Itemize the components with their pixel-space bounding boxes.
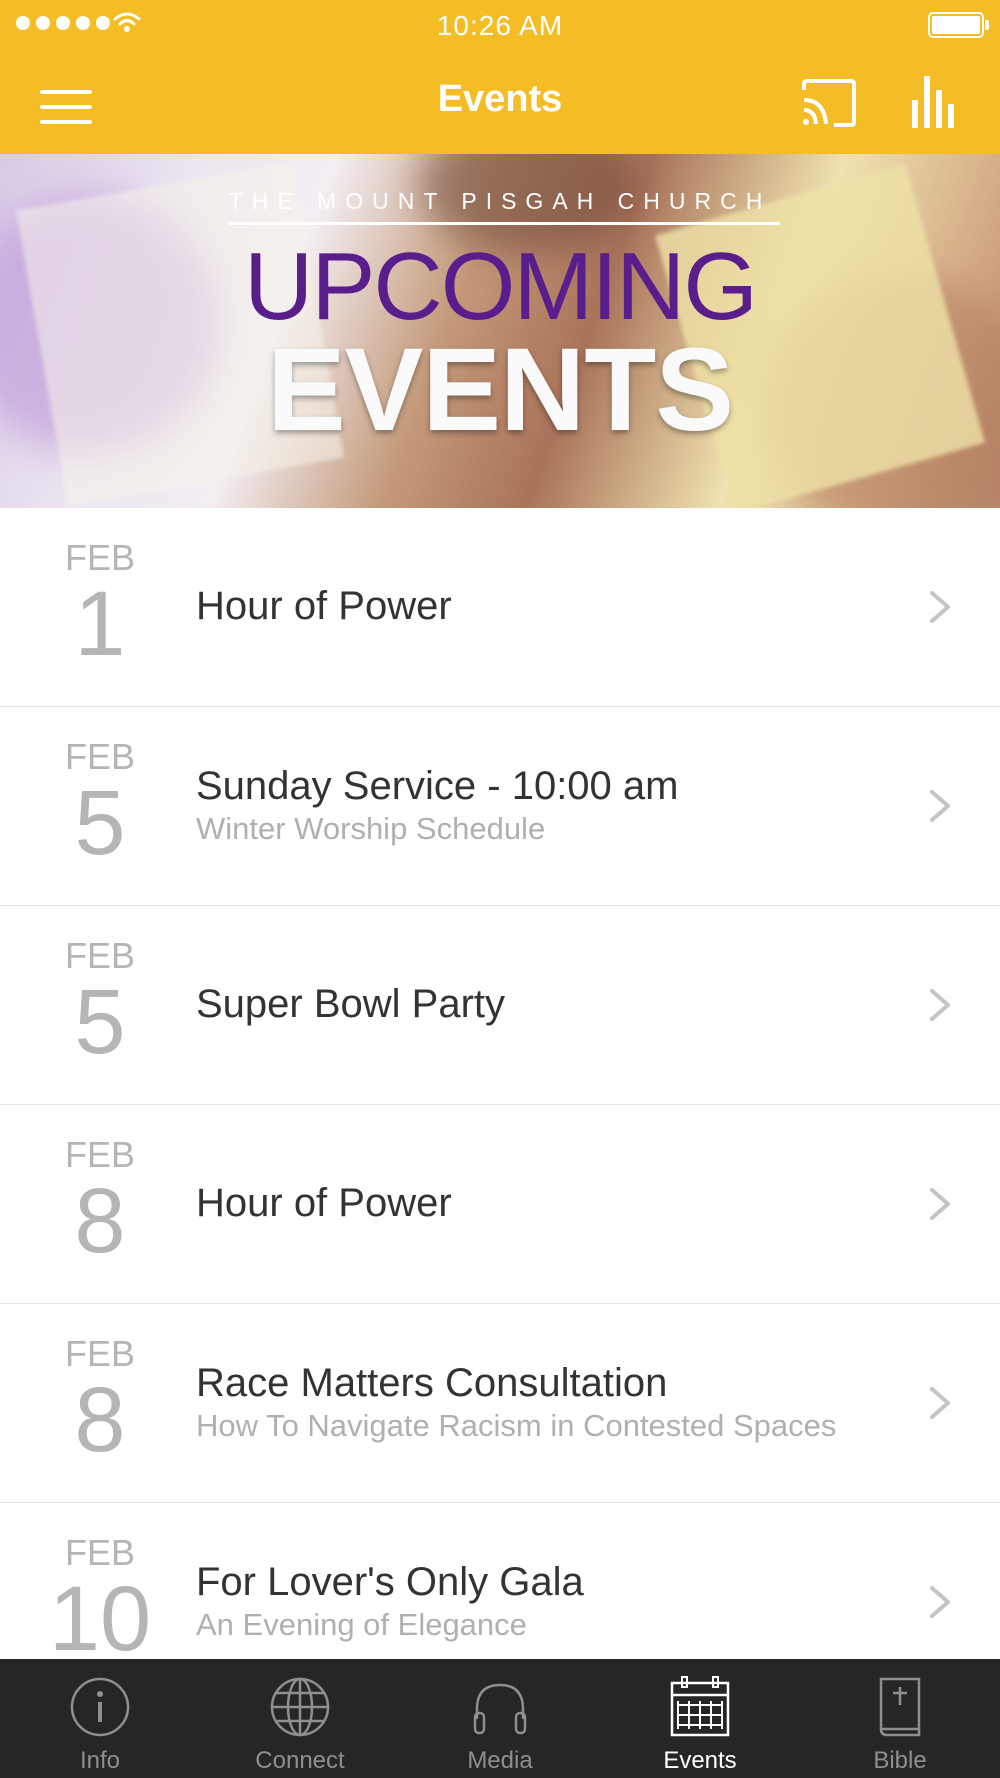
- event-date: FEB 10: [40, 1532, 160, 1670]
- chevron-right-icon: [930, 1387, 950, 1419]
- tab-connect[interactable]: Connect: [200, 1659, 400, 1778]
- event-day: 8: [74, 1170, 126, 1272]
- tab-label: Media: [467, 1747, 533, 1774]
- tab-label: Bible: [873, 1747, 927, 1774]
- event-row[interactable]: FEB 1 Hour of Power: [0, 508, 1000, 707]
- banner-divider: [228, 222, 780, 225]
- event-month: FEB: [64, 1333, 135, 1374]
- event-month: FEB: [64, 736, 135, 777]
- chevron-right-icon: [930, 1586, 950, 1618]
- event-title: Hour of Power: [196, 584, 452, 628]
- event-day: 8: [74, 1369, 126, 1471]
- event-subtitle: An Evening of Elegance: [196, 1607, 527, 1642]
- info-icon: [70, 1677, 130, 1737]
- cast-icon[interactable]: [800, 78, 858, 128]
- bible-icon: [879, 1677, 921, 1737]
- tab-bar: Info Connect Media Events Bible: [0, 1659, 1000, 1778]
- events-banner: THE MOUNT PISGAH CHURCH UPCOMING EVENTS: [0, 154, 1000, 508]
- tab-label: Events: [663, 1747, 737, 1774]
- event-day: 1: [74, 573, 126, 675]
- event-list: FEB 1 Hour of Power FEB 5 Sunday Service…: [0, 508, 1000, 1702]
- event-date: FEB 5: [40, 935, 160, 1073]
- event-row[interactable]: FEB 5 Super Bowl Party: [0, 906, 1000, 1105]
- event-month: FEB: [64, 1532, 135, 1573]
- event-row[interactable]: FEB 5 Sunday Service - 10:00 am Winter W…: [0, 707, 1000, 906]
- event-subtitle: Winter Worship Schedule: [196, 811, 546, 846]
- event-day: 5: [74, 971, 126, 1073]
- event-date: FEB 8: [40, 1333, 160, 1471]
- event-row[interactable]: FEB 8 Hour of Power: [0, 1105, 1000, 1304]
- chevron-right-icon: [930, 591, 950, 623]
- banner-church-name: THE MOUNT PISGAH CHURCH: [228, 188, 772, 214]
- event-date: FEB 1: [40, 537, 160, 675]
- tab-label: Connect: [255, 1747, 345, 1774]
- event-day: 10: [48, 1568, 152, 1670]
- status-time: 10:26 AM: [436, 10, 564, 41]
- event-title: Hour of Power: [196, 1181, 452, 1225]
- event-day: 5: [74, 772, 126, 874]
- chevron-right-icon: [930, 1188, 950, 1220]
- chevron-right-icon: [930, 790, 950, 822]
- event-title: For Lover's Only Gala: [196, 1560, 584, 1604]
- banner-headline-events: EVENTS: [266, 324, 734, 456]
- app-screen: 10:26 AM Events THE MOUNT PISGAH CHURCH …: [0, 0, 1000, 1778]
- event-title: Super Bowl Party: [196, 982, 506, 1026]
- headphones-icon: [473, 1683, 527, 1735]
- battery-icon: [928, 12, 989, 38]
- event-date: FEB 8: [40, 1134, 160, 1272]
- event-month: FEB: [64, 935, 135, 976]
- calendar-icon: [670, 1676, 730, 1737]
- status-bar: 10:26 AM: [0, 0, 1000, 50]
- event-month: FEB: [64, 1134, 135, 1175]
- event-title: Sunday Service - 10:00 am: [196, 764, 679, 808]
- event-row[interactable]: FEB 8 Race Matters Consultation How To N…: [0, 1304, 1000, 1503]
- tab-label: Info: [79, 1747, 121, 1774]
- globe-icon: [270, 1677, 330, 1737]
- tab-bible[interactable]: Bible: [800, 1659, 1000, 1778]
- event-subtitle: How To Navigate Racism in Contested Spac…: [196, 1408, 837, 1443]
- tab-media[interactable]: Media: [400, 1659, 600, 1778]
- nav-bar: Events: [0, 50, 1000, 154]
- top-bar: 10:26 AM Events: [0, 0, 1000, 154]
- tab-events[interactable]: Events: [600, 1659, 800, 1778]
- tab-info[interactable]: Info: [0, 1659, 200, 1778]
- stats-icon[interactable]: [910, 74, 958, 130]
- chevron-right-icon: [930, 989, 950, 1021]
- event-date: FEB 5: [40, 736, 160, 874]
- event-title: Race Matters Consultation: [196, 1361, 668, 1405]
- event-month: FEB: [64, 537, 135, 578]
